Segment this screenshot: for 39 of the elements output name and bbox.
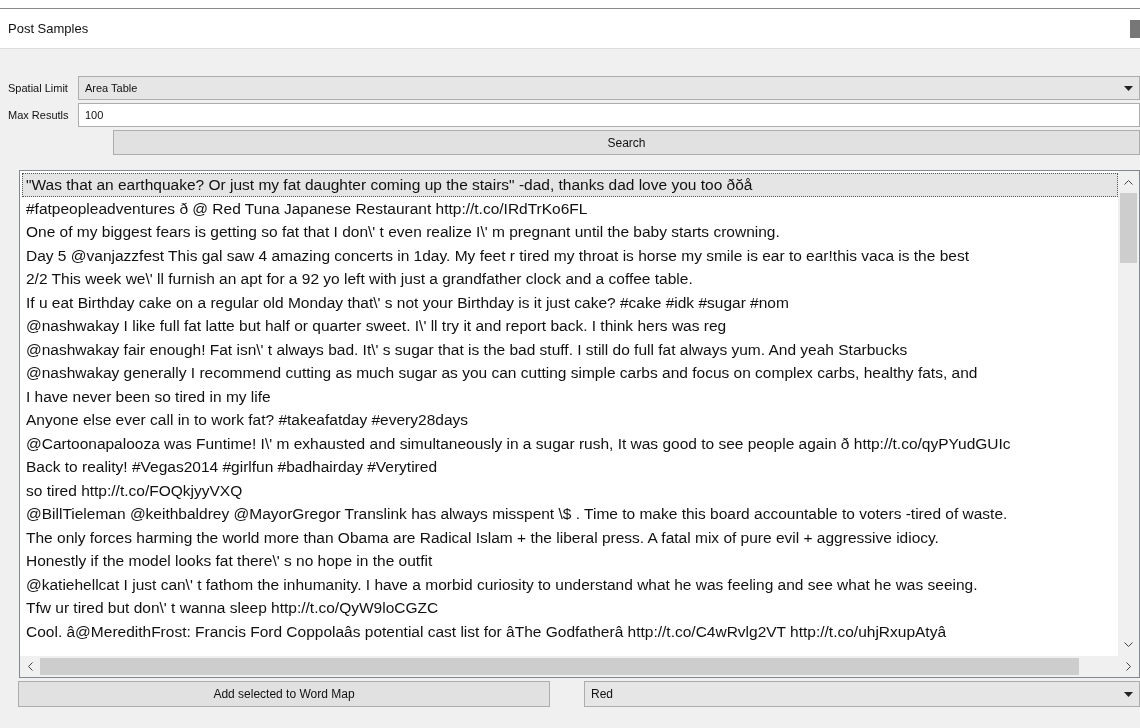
post-row[interactable]: #fatpeopleadventures ð @ Red Tuna Japanese Restaurant http://t.co/IRdTrKo6FL [22, 196, 1118, 220]
scroll-right-icon[interactable] [1126, 662, 1132, 671]
post-row[interactable]: I have never been so tired in my life [22, 384, 1118, 408]
dropdown-caret-icon [1124, 691, 1133, 697]
post-row[interactable]: Tfw ur tired but don\' t wanna sleep http://t.co/QyW9loCGZC [22, 596, 1118, 620]
post-row[interactable]: If u eat Birthday cake on a regular old Monday that\' s not your Birthday is it just cake? #cake #idk #sugar #nom [22, 290, 1118, 314]
dropdown-caret-icon [1124, 85, 1133, 91]
post-row[interactable]: so tired http://t.co/FOQkjyyVXQ [22, 478, 1118, 502]
post-row[interactable]: @nashwakay I like full fat latte but half or quarter sweet. I\' ll try it and report back. I think hers was reg [22, 314, 1118, 338]
post-row[interactable]: Honestly if the model looks fat there\' s no hope in the outfit [22, 549, 1118, 573]
panel-title: Post Samples [8, 19, 89, 38]
post-row[interactable]: Day 5 @vanjazzfest This gal saw 4 amazing concerts in 1day. My feet r tired my throat is horse my smile is ear to ear!this vaca is the best [22, 243, 1118, 267]
post-row[interactable]: @katiehellcat I just can\' t fathom the inhumanity. I have a morbid curiosity to understand what he was feeling and see what he was seeing. [22, 572, 1118, 596]
vertical-scrollbar[interactable] [1118, 171, 1139, 656]
post-row[interactable]: @nashwakay generally I recommend cutting as much sugar as you can cutting simple carbs and focus on complex carbs, healthy fats, and [22, 361, 1118, 385]
panel-handle[interactable] [1130, 19, 1140, 38]
scrollbar-thumb[interactable] [40, 658, 1079, 675]
scroll-up-icon[interactable] [1124, 179, 1133, 185]
horizontal-scrollbar[interactable] [20, 656, 1139, 677]
post-row[interactable]: "Was that an earthquake? Or just my fat daughter coming up the stairs" -dad, thanks dad love you too ðŏå [22, 173, 1118, 197]
scrollbar-thumb[interactable] [1120, 193, 1137, 263]
search-button[interactable]: Search [113, 130, 1140, 155]
post-row[interactable]: Anyone else ever call in to work fat? #takeafatday #every28days [22, 408, 1118, 432]
post-row[interactable]: The only forces harming the world more than Obama are Radical Islam + the liberal press. A fatal mix of pure evil + aggressive idiocy. [22, 525, 1118, 549]
post-row[interactable]: 2/2 This week we\' ll furnish an apt for a 92 yo left with just a grandfather clock and a coffee table. [22, 267, 1118, 291]
color-dropdown[interactable]: Red [584, 681, 1140, 707]
scroll-left-icon[interactable] [27, 662, 33, 671]
post-row[interactable]: @Cartoonapalooza was Funtime! I\' m exhausted and simultaneously in a sugar rush, It was good to see people again ð http://t.co/qyPYudGUIc [22, 431, 1118, 455]
post-row[interactable]: @nashwakay fair enough! Fat isn\' t always bad. It\' s sugar that is the bad stuff. I still do full fat always yum. And yeah Starbucks [22, 337, 1118, 361]
post-row[interactable]: One of my biggest fears is getting so fat that I don\' t even realize I\' m pregnant until the baby starts crowning. [22, 220, 1118, 244]
spatial-limit-dropdown[interactable]: Area Table [78, 76, 1140, 100]
scroll-down-icon[interactable] [1124, 642, 1133, 648]
post-row[interactable]: Back to reality! #Vegas2014 #girlfun #badhairday #Verytired [22, 455, 1118, 479]
field-label: Spatial Limit [7, 80, 69, 96]
post-row[interactable]: Cool. â@MeredithFrost: Francis Ford Coppolaâs potential cast list for âThe Godfatherâ http://t.co/C4wRvlg2VT http://t.co/uhjRxupAtyâ [22, 619, 1118, 643]
post-row[interactable]: @BillTieleman @keithbaldrey @MayorGregor Translink has always misspent \$ . Time to make this board accountable to voters -tired of waste. [22, 502, 1118, 526]
add-to-word-map-button[interactable]: Add selected to Word Map [18, 681, 550, 707]
max-results-field[interactable]: 100 [78, 103, 1140, 127]
field-label: Max Resutls [7, 107, 70, 123]
